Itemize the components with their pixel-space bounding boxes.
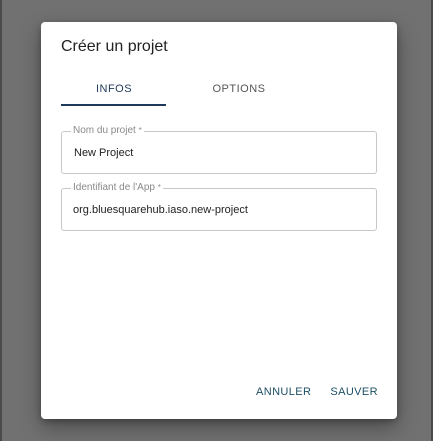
app-id-label: Identifiant de l'App * [71, 182, 163, 194]
tab-bar: INFOS OPTIONS [61, 72, 381, 106]
app-id-field[interactable]: Identifiant de l'App * [61, 182, 377, 231]
active-tab-indicator [61, 104, 166, 106]
create-project-dialog: Créer un projet INFOS OPTIONS Nom du pro… [41, 22, 397, 419]
required-mark: * [157, 183, 161, 192]
tab-infos[interactable]: INFOS [61, 72, 167, 106]
project-name-label: Nom du projet * [71, 125, 144, 137]
dialog-actions: ANNULER SAUVER [256, 384, 378, 400]
cancel-button[interactable]: ANNULER [256, 384, 311, 400]
tab-options[interactable]: OPTIONS [186, 72, 292, 106]
dialog-title: Créer un projet [61, 38, 168, 55]
required-mark: * [138, 126, 142, 135]
project-name-input[interactable] [74, 144, 364, 162]
save-button[interactable]: SAUVER [330, 384, 378, 400]
project-name-field[interactable]: Nom du projet * [61, 125, 377, 174]
app-id-input[interactable] [73, 201, 363, 219]
